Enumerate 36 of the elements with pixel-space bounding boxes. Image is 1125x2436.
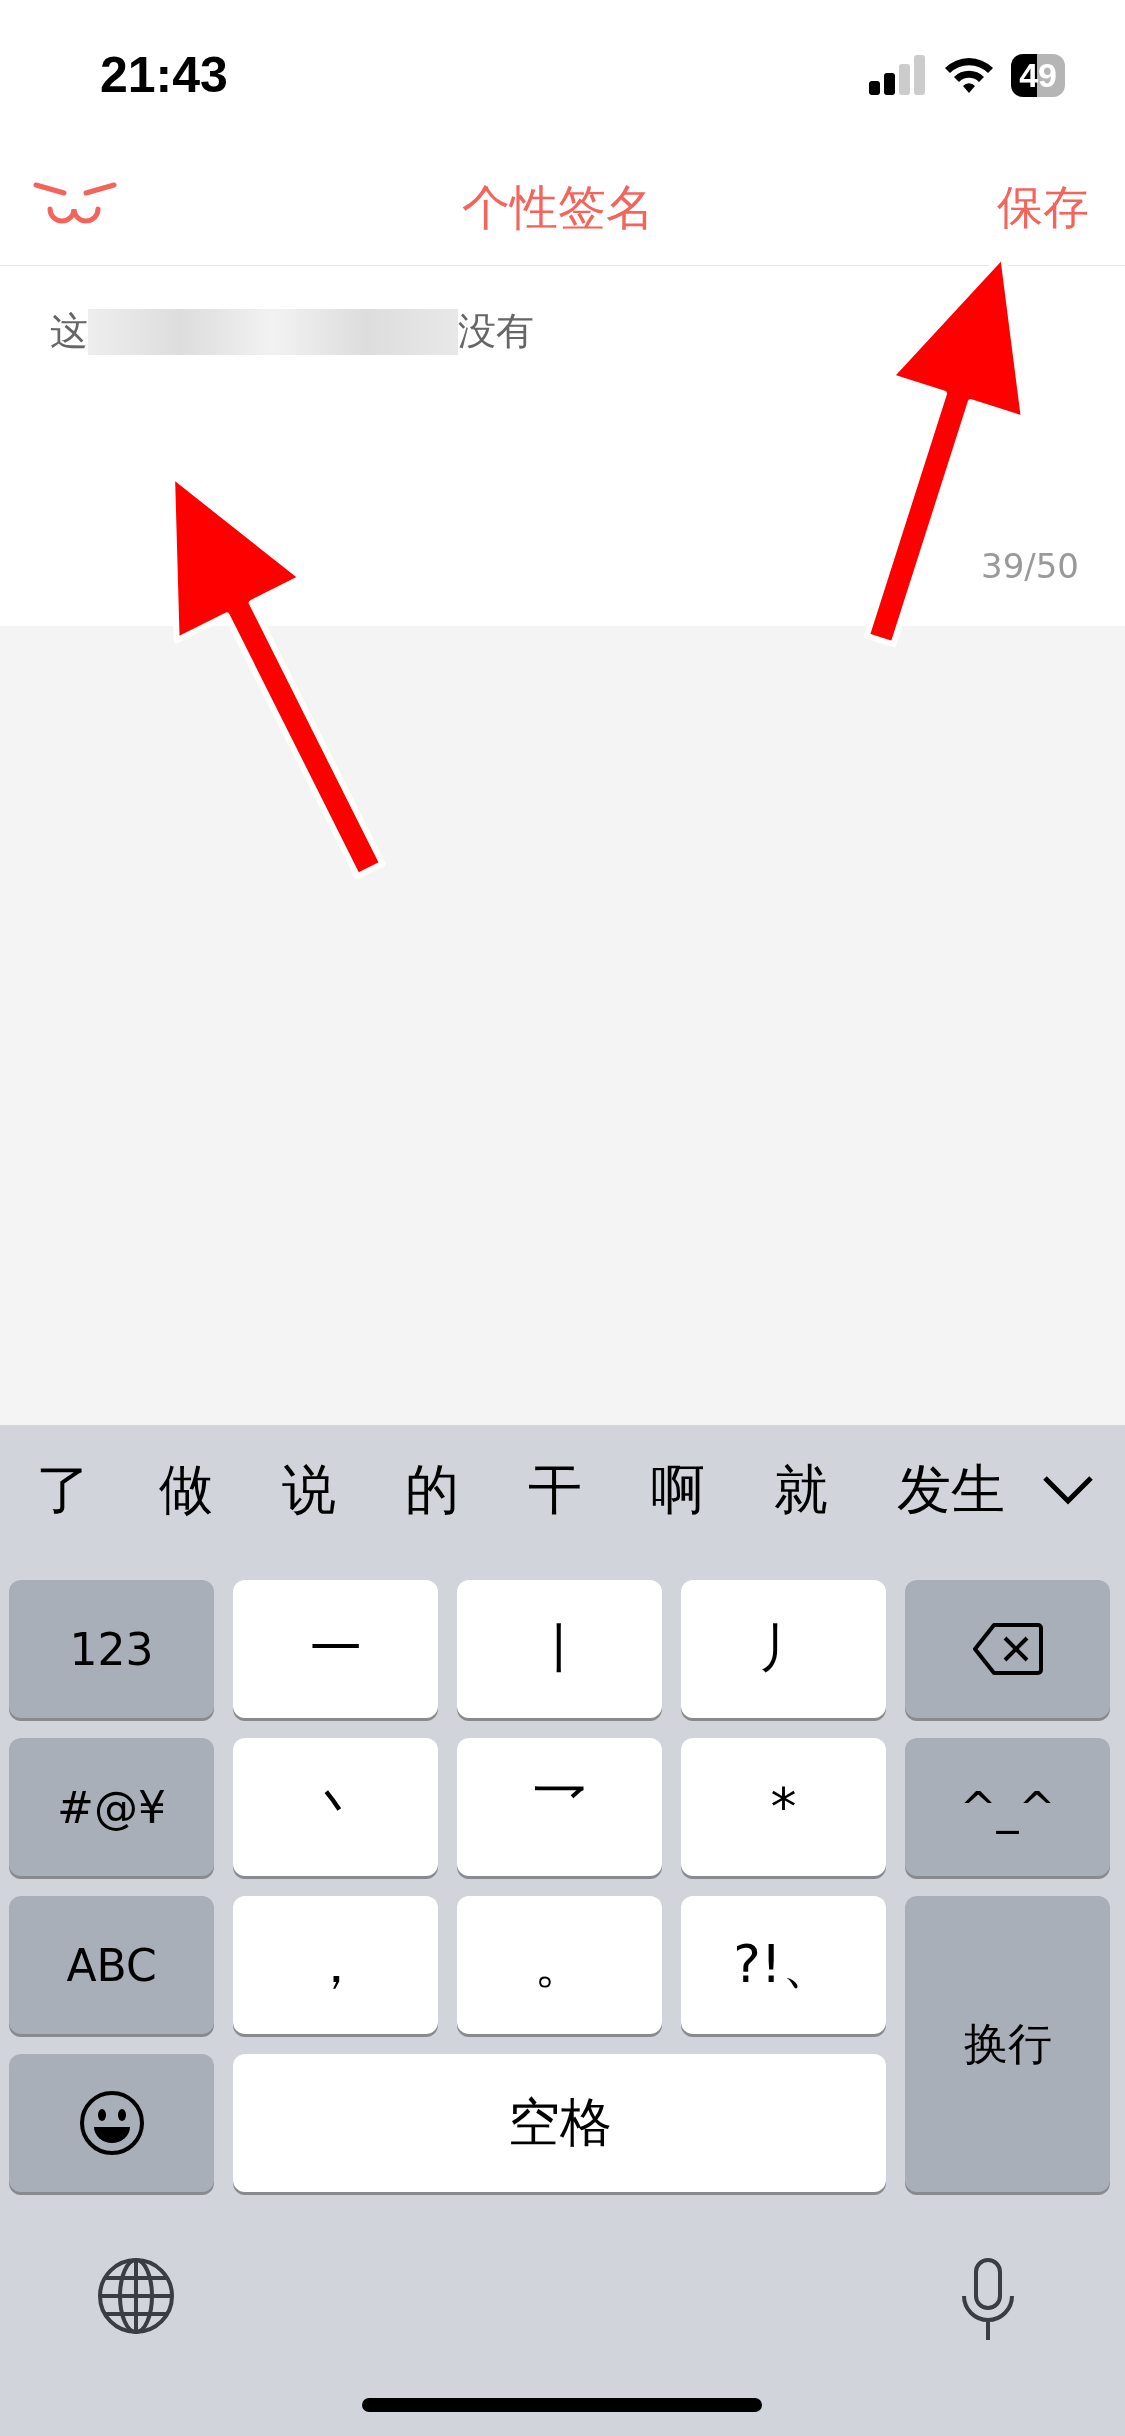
candidate-word[interactable]: 了 [36,1453,159,1527]
space-key[interactable]: 空格 [233,2054,886,2192]
status-time: 21:43 [100,46,228,104]
keyboard-key[interactable]: 一 [233,1580,438,1718]
page-title: 个性签名 [461,177,654,237]
character-counter: 39/50 [981,546,1079,586]
delete-icon [971,1621,1044,1677]
keyboard-key[interactable]: ^_^ [905,1738,1110,1876]
keyboard-key[interactable]: 丿 [681,1580,886,1718]
signal-icon [869,55,928,95]
emoji-key[interactable] [9,2054,214,2192]
chevron-down-icon[interactable] [1042,1475,1094,1505]
signature-text: 没有 [458,308,534,355]
keyboard-key[interactable]: 丶 [233,1738,438,1876]
candidate-word[interactable]: 发生 [897,1453,1020,1527]
keyboard-key[interactable]: ?!、 [681,1896,886,2034]
keyboard-key[interactable]: 。 [457,1896,662,2034]
keyboard-key[interactable]: #@¥ [9,1738,214,1876]
delete-key[interactable] [905,1580,1110,1718]
candidate-word[interactable]: 就 [774,1453,897,1527]
signature-text: 这 [50,308,88,355]
keyboard-key[interactable]: ， [233,1896,438,2034]
candidate-word[interactable]: 啊 [651,1453,774,1527]
keyboard-key[interactable]: 丨 [457,1580,662,1718]
keyboard-key[interactable]: * [681,1738,886,1876]
wifi-icon [943,55,996,95]
candidate-word[interactable]: 干 [528,1453,651,1527]
smiley-icon [77,2089,146,2157]
globe-icon[interactable] [96,2256,176,2336]
candidate-word[interactable]: 做 [159,1453,282,1527]
keyboard-key[interactable]: 乛 [457,1738,662,1876]
keyboard-key[interactable]: 123 [9,1580,214,1718]
keyboard-key[interactable]: ABC [9,1896,214,2034]
candidate-word[interactable]: 的 [405,1453,528,1527]
candidate-word[interactable]: 说 [282,1453,405,1527]
return-key[interactable]: 换行 [905,1896,1110,2192]
